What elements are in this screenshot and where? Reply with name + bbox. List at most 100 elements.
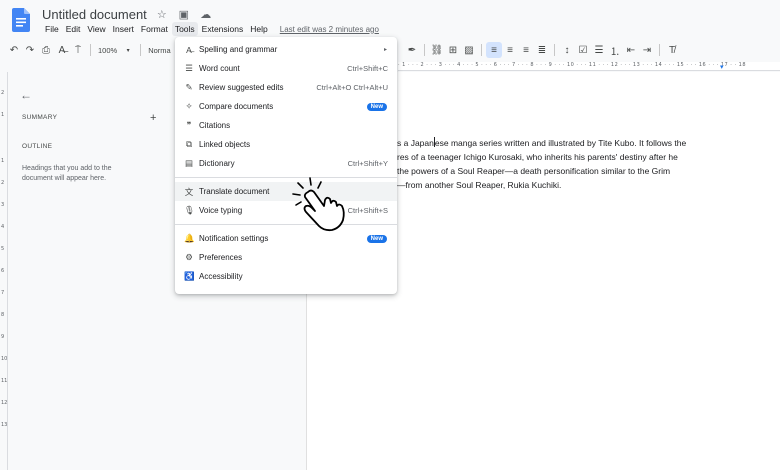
numbered-list-icon[interactable]: ⒈: [607, 42, 623, 58]
comment-icon[interactable]: ⊞: [445, 42, 461, 58]
accessibility-icon: ♿: [184, 271, 195, 281]
ruler-tick: 7: [1, 290, 5, 296]
menu-item-label: Compare documents: [199, 102, 274, 111]
toolbar-divider: [554, 44, 555, 56]
docs-logo-icon[interactable]: [12, 8, 30, 32]
menu-item-shortcut: Ctrl+Shift+C: [347, 64, 388, 73]
increase-indent-icon[interactable]: ⇥: [639, 42, 655, 58]
link-icon[interactable]: ⛓: [429, 42, 445, 58]
menu-file[interactable]: File: [42, 22, 62, 36]
align-left-icon[interactable]: ≡: [486, 42, 502, 58]
ruler-numbers: · 1 · · · 2 · · · 3 · · · 4 · · · 5 · · …: [398, 62, 747, 68]
menu-extensions[interactable]: Extensions: [199, 22, 247, 36]
menu-item-shortcut: Ctrl+Shift+Y: [347, 159, 388, 168]
menu-item-label: Spelling and grammar: [199, 45, 278, 54]
toolbar-divider: [90, 44, 91, 56]
bell-icon: 🔔: [184, 233, 195, 243]
menu-item-review-suggested-edits[interactable]: ✎ Review suggested edits Ctrl+Alt+O Ctrl…: [175, 78, 397, 97]
add-summary-button[interactable]: +: [150, 112, 156, 124]
menu-item-voice-typing[interactable]: 🎙 Voice typing Ctrl+Shift+S: [175, 201, 397, 220]
ruler-tick: 10: [1, 356, 8, 362]
vertical-ruler[interactable]: 2 1 1 2 3 4 5 6 7 8 9 10 11 12 13: [0, 72, 8, 470]
bulleted-list-icon[interactable]: ☰: [591, 42, 607, 58]
spellcheck-toolbar-icon[interactable]: A̶: [54, 42, 70, 58]
menu-item-label: Linked objects: [199, 140, 251, 149]
menu-item-spelling-grammar[interactable]: A̶ Spelling and grammar ▸: [175, 40, 397, 59]
ruler-tick: 3: [1, 202, 5, 208]
outline-empty-note: Headings that you add to the document wi…: [22, 165, 112, 182]
toolbar-divider: [424, 44, 425, 56]
dictionary-icon: ▤: [184, 158, 194, 168]
submenu-arrow-icon: ▸: [383, 47, 387, 53]
menu-item-label: Preferences: [199, 253, 243, 262]
ruler-tick: 11: [1, 378, 8, 384]
menubar: File Edit View Insert Format Tools Exten…: [42, 22, 379, 36]
image-icon[interactable]: ▨: [461, 42, 477, 58]
style-select[interactable]: Norma: [145, 46, 174, 55]
redo-icon[interactable]: ↷: [22, 42, 38, 58]
menu-item-translate-document[interactable]: 文 Translate document: [175, 182, 397, 201]
text-run: ese manga series written and illustrated…: [434, 138, 687, 148]
menu-item-shortcut: Ctrl+Alt+O Ctrl+Alt+U: [316, 83, 388, 92]
menu-item-citations[interactable]: ❞ Citations: [175, 116, 397, 135]
menu-format[interactable]: Format: [138, 22, 171, 36]
microphone-icon: 🎙: [184, 205, 195, 215]
undo-icon[interactable]: ↶: [6, 42, 22, 58]
menu-item-dictionary[interactable]: ▤ Dictionary Ctrl+Shift+Y: [175, 154, 397, 173]
preferences-icon: ⚙: [185, 252, 193, 262]
horizontal-ruler[interactable]: · 1 · · · 2 · · · 3 · · · 4 · · · 5 · · …: [398, 62, 780, 71]
highlight-pen-icon[interactable]: ✒: [404, 42, 420, 58]
menu-item-label: Citations: [199, 121, 231, 130]
justify-icon[interactable]: ≣: [534, 42, 550, 58]
ruler-tick: 13: [1, 422, 8, 428]
menu-item-notification-settings[interactable]: 🔔 Notification settings New: [175, 229, 397, 248]
line-spacing-icon[interactable]: ↕: [559, 42, 575, 58]
document-body[interactable]: s a Japanese manga series written and il…: [397, 136, 727, 192]
chevron-down-icon[interactable]: ▾: [120, 42, 136, 58]
google-docs-window: Untitled document ☆ ▣ ☁ File Edit View I…: [0, 0, 780, 470]
menu-item-accessibility[interactable]: ♿ Accessibility: [175, 267, 397, 286]
cloud-status-icon[interactable]: ☁: [199, 8, 213, 21]
ruler-tick: 5: [1, 246, 5, 252]
align-center-icon[interactable]: ≡: [502, 42, 518, 58]
menu-item-shortcut: Ctrl+Shift+S: [347, 206, 388, 215]
paint-format-icon[interactable]: ⍑: [70, 42, 86, 58]
menu-view[interactable]: View: [84, 22, 108, 36]
back-arrow-icon[interactable]: ←: [20, 88, 32, 102]
menu-edit[interactable]: Edit: [63, 22, 84, 36]
new-badge: New: [366, 102, 387, 111]
menu-tools[interactable]: Tools: [171, 22, 198, 36]
document-title[interactable]: Untitled document: [42, 7, 147, 22]
review-edits-icon: ✎: [185, 82, 193, 92]
ruler-tick: 6: [1, 268, 5, 274]
align-right-icon[interactable]: ≡: [518, 42, 534, 58]
title-row: Untitled document ☆ ▣ ☁: [42, 6, 213, 22]
word-count-icon: ☰: [185, 63, 193, 73]
ruler-tick: 1: [1, 158, 5, 164]
text-line: —from another Soul Reaper, Rukia Kuchiki…: [397, 180, 562, 190]
move-to-folder-icon[interactable]: ▣: [177, 8, 191, 21]
citations-icon: ❞: [186, 120, 192, 130]
text-line: the powers of a Soul Reaper—a death pers…: [397, 166, 671, 176]
menu-item-word-count[interactable]: ☰ Word count Ctrl+Shift+C: [175, 59, 397, 78]
toolbar-divider: [140, 44, 142, 56]
print-icon[interactable]: ⎙: [38, 42, 54, 58]
menu-insert[interactable]: Insert: [110, 22, 137, 36]
last-edit-link[interactable]: Last edit was 2 minutes ago: [280, 25, 379, 34]
menu-item-label: Review suggested edits: [199, 83, 284, 92]
ruler-tick: 8: [1, 312, 5, 318]
menu-item-linked-objects[interactable]: ⧉ Linked objects: [175, 135, 397, 154]
checklist-icon[interactable]: ☑: [575, 42, 591, 58]
ruler-tick: 2: [1, 180, 5, 186]
hand-pointer-cursor-icon: [292, 177, 345, 232]
clear-formatting-icon[interactable]: T̸: [664, 42, 680, 58]
menu-item-preferences[interactable]: ⚙ Preferences: [175, 248, 397, 267]
zoom-select[interactable]: 100%: [95, 46, 120, 55]
decrease-indent-icon[interactable]: ⇤: [623, 42, 639, 58]
star-icon[interactable]: ☆: [155, 8, 169, 21]
indent-marker-icon[interactable]: ▾: [720, 63, 724, 70]
text-run: s a Japan: [397, 138, 434, 148]
menu-item-compare-documents[interactable]: ✧ Compare documents New: [175, 97, 397, 116]
text-line: s a Japanese manga series written and il…: [397, 136, 727, 150]
menu-help[interactable]: Help: [247, 22, 270, 36]
